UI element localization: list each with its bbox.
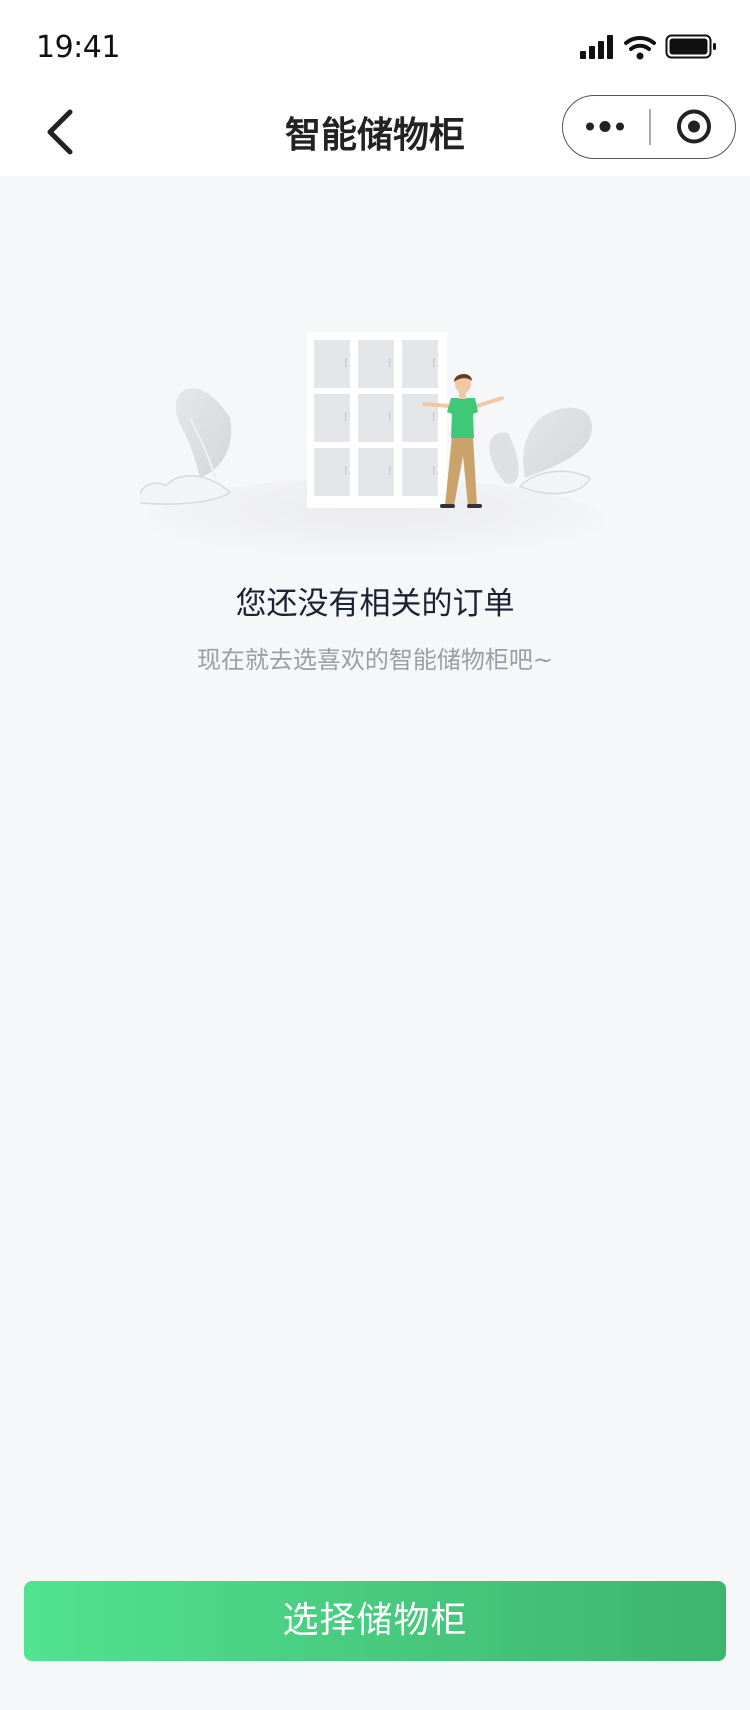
status-bar: 19:41 [0, 0, 750, 88]
signal-icon [580, 35, 613, 59]
more-button[interactable] [563, 96, 649, 157]
battery-icon [665, 34, 716, 59]
empty-state-subtitle: 现在就去选喜欢的智能储物柜吧~ [196, 646, 554, 674]
locker-cabinet-icon [307, 332, 447, 508]
target-circle-icon [677, 109, 711, 144]
status-icons [580, 34, 716, 60]
wifi-icon [624, 35, 656, 60]
close-button[interactable] [651, 96, 735, 157]
nav-bar: 智能储物柜 [0, 88, 750, 176]
select-locker-button[interactable]: 选择储物柜 [24, 1581, 726, 1661]
empty-state-title: 您还没有相关的订单 [235, 586, 515, 622]
right-plant-icon [489, 407, 592, 495]
more-dots-icon [586, 121, 624, 132]
empty-locker-illustration [140, 332, 605, 558]
mini-program-capsule [562, 95, 736, 159]
status-time: 19:41 [36, 30, 120, 65]
left-plant-icon [140, 388, 232, 505]
